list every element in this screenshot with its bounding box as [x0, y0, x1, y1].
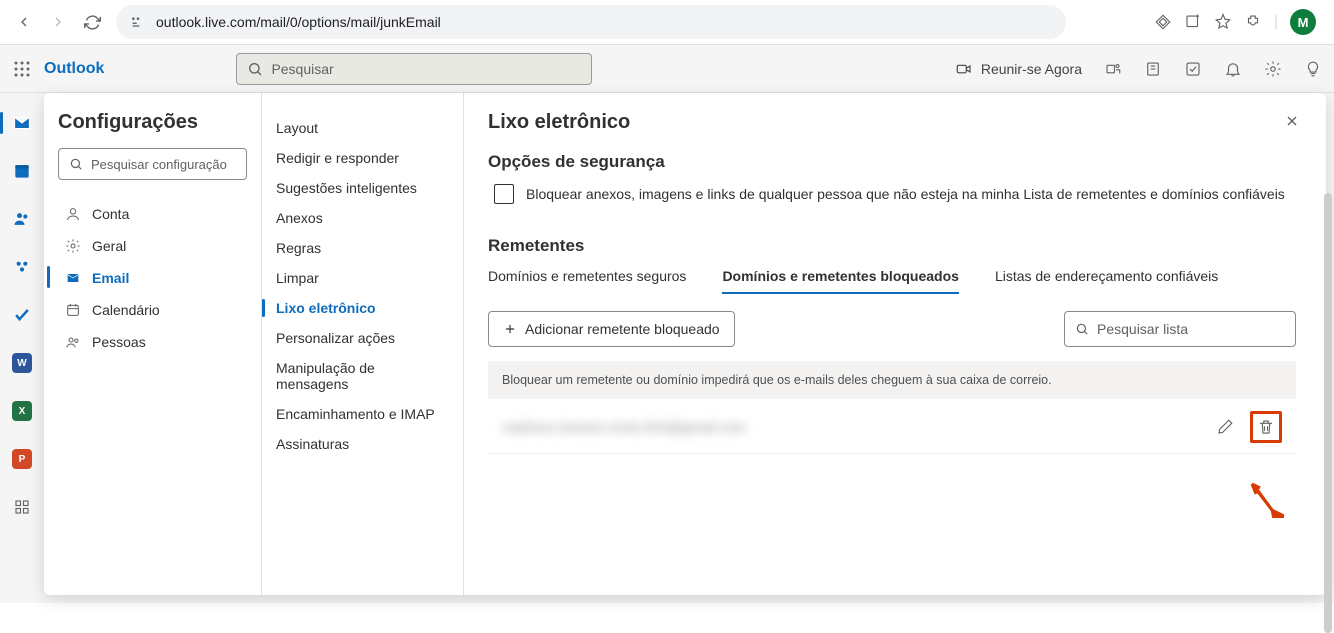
rail-excel[interactable]: X: [8, 397, 36, 425]
checkbox-icon: [494, 184, 514, 204]
todo-icon[interactable]: [1184, 60, 1202, 78]
rail-calendar[interactable]: [8, 157, 36, 185]
video-icon: [955, 60, 973, 78]
nav-account[interactable]: Conta: [58, 198, 247, 230]
scrollbar[interactable]: [1324, 193, 1326, 595]
search-icon: [247, 61, 263, 77]
address-bar[interactable]: outlook.live.com/mail/0/options/mail/jun…: [116, 5, 1066, 39]
info-banner: Bloquear um remetente ou domínio impedir…: [488, 361, 1296, 399]
tab-blocked[interactable]: Domínios e remetentes bloqueados: [722, 268, 959, 294]
search-input[interactable]: Pesquisar: [236, 53, 592, 85]
edit-button[interactable]: [1216, 418, 1234, 436]
settings-nav: Configurações Pesquisar configuração Con…: [44, 93, 262, 595]
tab-safe[interactable]: Domínios e remetentes seguros: [488, 268, 686, 294]
close-button[interactable]: [1276, 105, 1308, 137]
sub-junk[interactable]: Lixo eletrônico: [262, 293, 463, 323]
nav-calendar[interactable]: Calendário: [58, 294, 247, 326]
nav-people[interactable]: Pessoas: [58, 326, 247, 358]
person-icon: [64, 205, 82, 223]
browser-right-icons: | M: [1154, 9, 1324, 35]
meet-now-button[interactable]: Reunir-se Agora: [955, 60, 1082, 78]
outlook-logo[interactable]: Outlook: [44, 60, 104, 78]
gear-icon: [64, 237, 82, 255]
sub-handling[interactable]: Manipulação de mensagens: [262, 353, 463, 399]
url-text: outlook.live.com/mail/0/options/mail/jun…: [156, 14, 441, 30]
settings-title: Configurações: [58, 111, 247, 134]
mail-icon: [64, 269, 82, 287]
main-area: W X P Configurações Pesquisar configuraç…: [0, 93, 1334, 603]
browser-toolbar: outlook.live.com/mail/0/options/mail/jun…: [0, 0, 1334, 45]
rail-groups[interactable]: [8, 253, 36, 281]
teams-icon[interactable]: [1104, 60, 1122, 78]
star-icon[interactable]: [1214, 13, 1232, 31]
bulb-icon[interactable]: [1304, 60, 1322, 78]
rail-word[interactable]: W: [8, 349, 36, 377]
rail-people[interactable]: [8, 205, 36, 233]
search-icon: [69, 157, 83, 171]
security-section-title: Opções de segurança: [488, 152, 1296, 172]
rail-powerpoint[interactable]: P: [8, 445, 36, 473]
search-list-input[interactable]: Pesquisar lista: [1064, 311, 1296, 347]
profile-avatar[interactable]: M: [1290, 9, 1316, 35]
nav-email[interactable]: Email: [58, 262, 247, 294]
sub-custom[interactable]: Personalizar ações: [262, 323, 463, 353]
left-rail: W X P: [0, 93, 44, 603]
rail-mail[interactable]: [8, 109, 36, 137]
nav-general[interactable]: Geral: [58, 230, 247, 262]
actions-row: Adicionar remetente bloqueado Pesquisar …: [488, 311, 1296, 347]
back-button[interactable]: [10, 8, 38, 36]
rail-todo[interactable]: [8, 301, 36, 329]
block-attachments-checkbox[interactable]: Bloquear anexos, imagens e links de qual…: [494, 184, 1296, 204]
sub-rules[interactable]: Regras: [262, 233, 463, 263]
tab-lists[interactable]: Listas de endereçamento confiáveis: [995, 268, 1218, 294]
app-launcher-icon[interactable]: [12, 59, 32, 79]
blocked-email: matheus.hansen.moto.904@gmail.com: [502, 419, 746, 435]
settings-subnav: Layout Redigir e responder Sugestões int…: [262, 93, 464, 595]
people-icon: [64, 333, 82, 351]
settings-panel: Configurações Pesquisar configuração Con…: [44, 93, 1326, 595]
page-title: Lixo eletrônico: [488, 111, 1296, 134]
sub-forward[interactable]: Encaminhamento e IMAP: [262, 399, 463, 429]
senders-tabs: Domínios e remetentes seguros Domínios e…: [488, 268, 1296, 295]
delete-button[interactable]: [1250, 411, 1282, 443]
calendar-icon: [64, 301, 82, 319]
sub-compose[interactable]: Redigir e responder: [262, 143, 463, 173]
diamond-icon[interactable]: [1154, 13, 1172, 31]
blocked-sender-row: matheus.hansen.moto.904@gmail.com: [488, 401, 1296, 454]
gear-icon[interactable]: [1264, 60, 1282, 78]
plus-icon: [503, 322, 517, 336]
search-placeholder: Pesquisar: [271, 61, 333, 77]
settings-content: Lixo eletrônico Opções de segurança Bloq…: [464, 93, 1326, 595]
add-blocked-button[interactable]: Adicionar remetente bloqueado: [488, 311, 735, 347]
outlook-header: Outlook Pesquisar Reunir-se Agora: [0, 45, 1334, 93]
forward-button[interactable]: [44, 8, 72, 36]
checkbox-label: Bloquear anexos, imagens e links de qual…: [526, 186, 1285, 202]
site-settings-icon: [130, 14, 146, 30]
senders-section-title: Remetentes: [488, 236, 1296, 256]
search-settings-input[interactable]: Pesquisar configuração: [58, 148, 247, 180]
rail-more[interactable]: [8, 493, 36, 521]
sub-sweep[interactable]: Limpar: [262, 263, 463, 293]
reload-button[interactable]: [78, 8, 106, 36]
newpage-icon[interactable]: [1184, 13, 1202, 31]
bell-icon[interactable]: [1224, 60, 1242, 78]
extension-icon[interactable]: [1244, 13, 1262, 31]
notes-icon[interactable]: [1144, 60, 1162, 78]
sub-layout[interactable]: Layout: [262, 113, 463, 143]
search-icon: [1075, 322, 1089, 336]
sub-suggest[interactable]: Sugestões inteligentes: [262, 173, 463, 203]
sub-attach[interactable]: Anexos: [262, 203, 463, 233]
sub-sig[interactable]: Assinaturas: [262, 429, 463, 459]
